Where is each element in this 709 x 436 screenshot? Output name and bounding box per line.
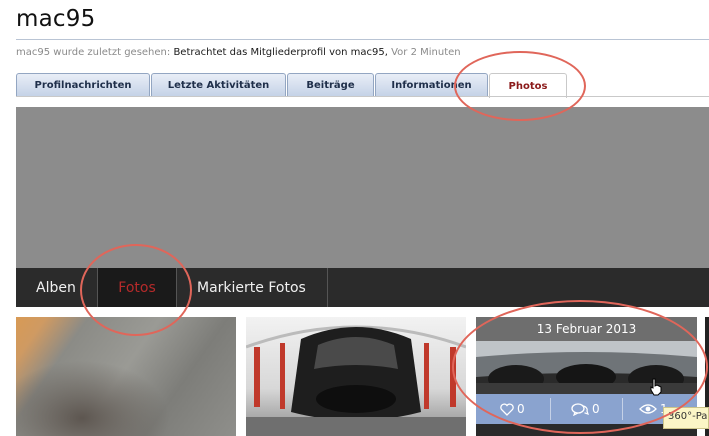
- last-seen-time: Vor 2 Minuten: [391, 47, 461, 58]
- page-title: mac95: [16, 6, 96, 32]
- tabs-divider: [16, 96, 709, 97]
- photo-title-tooltip: 360°-Pa: [663, 407, 709, 429]
- photo-thumbnail[interactable]: [246, 317, 466, 436]
- tab-profilnachrichten[interactable]: Profilnachrichten: [16, 73, 150, 97]
- last-seen-prefix: mac95 wurde zuletzt gesehen:: [16, 47, 171, 58]
- subnav-markierte-fotos[interactable]: Markierte Fotos: [177, 268, 327, 307]
- eye-icon: [639, 404, 657, 414]
- photo-date: 13 Februar 2013: [476, 317, 697, 341]
- hand-pointer-icon: [650, 378, 662, 396]
- subnav-divider: [327, 268, 328, 307]
- stats-divider: [550, 398, 551, 420]
- tab-photos[interactable]: Photos: [489, 73, 567, 98]
- tab-letzte-aktivitaeten[interactable]: Letzte Aktivitäten: [151, 73, 286, 97]
- subnav-alben[interactable]: Alben: [16, 268, 97, 307]
- subnav-fotos[interactable]: Fotos: [98, 268, 176, 307]
- last-seen-line: mac95 wurde zuletzt gesehen: Betrachtet …: [16, 47, 461, 58]
- tab-beitraege[interactable]: Beiträge: [287, 73, 374, 97]
- likes-stat[interactable]: 0: [500, 394, 525, 424]
- tab-informationen[interactable]: Informationen: [375, 73, 488, 97]
- last-seen-activity[interactable]: Betrachtet das Mitgliederprofil von mac9…: [173, 47, 387, 58]
- comments-count: 0: [592, 402, 600, 416]
- title-divider: [16, 39, 709, 40]
- cover-image-area: [16, 107, 709, 268]
- likes-count: 0: [517, 402, 525, 416]
- photos-subnav: Alben Fotos Markierte Fotos: [16, 268, 709, 307]
- panorama-car-trunk-image: [246, 317, 466, 436]
- photo-thumbnail[interactable]: [16, 317, 236, 436]
- comments-stat[interactable]: 0: [571, 394, 600, 424]
- stats-divider: [622, 398, 623, 420]
- heart-icon: [500, 402, 514, 416]
- speech-bubbles-icon: [571, 402, 589, 416]
